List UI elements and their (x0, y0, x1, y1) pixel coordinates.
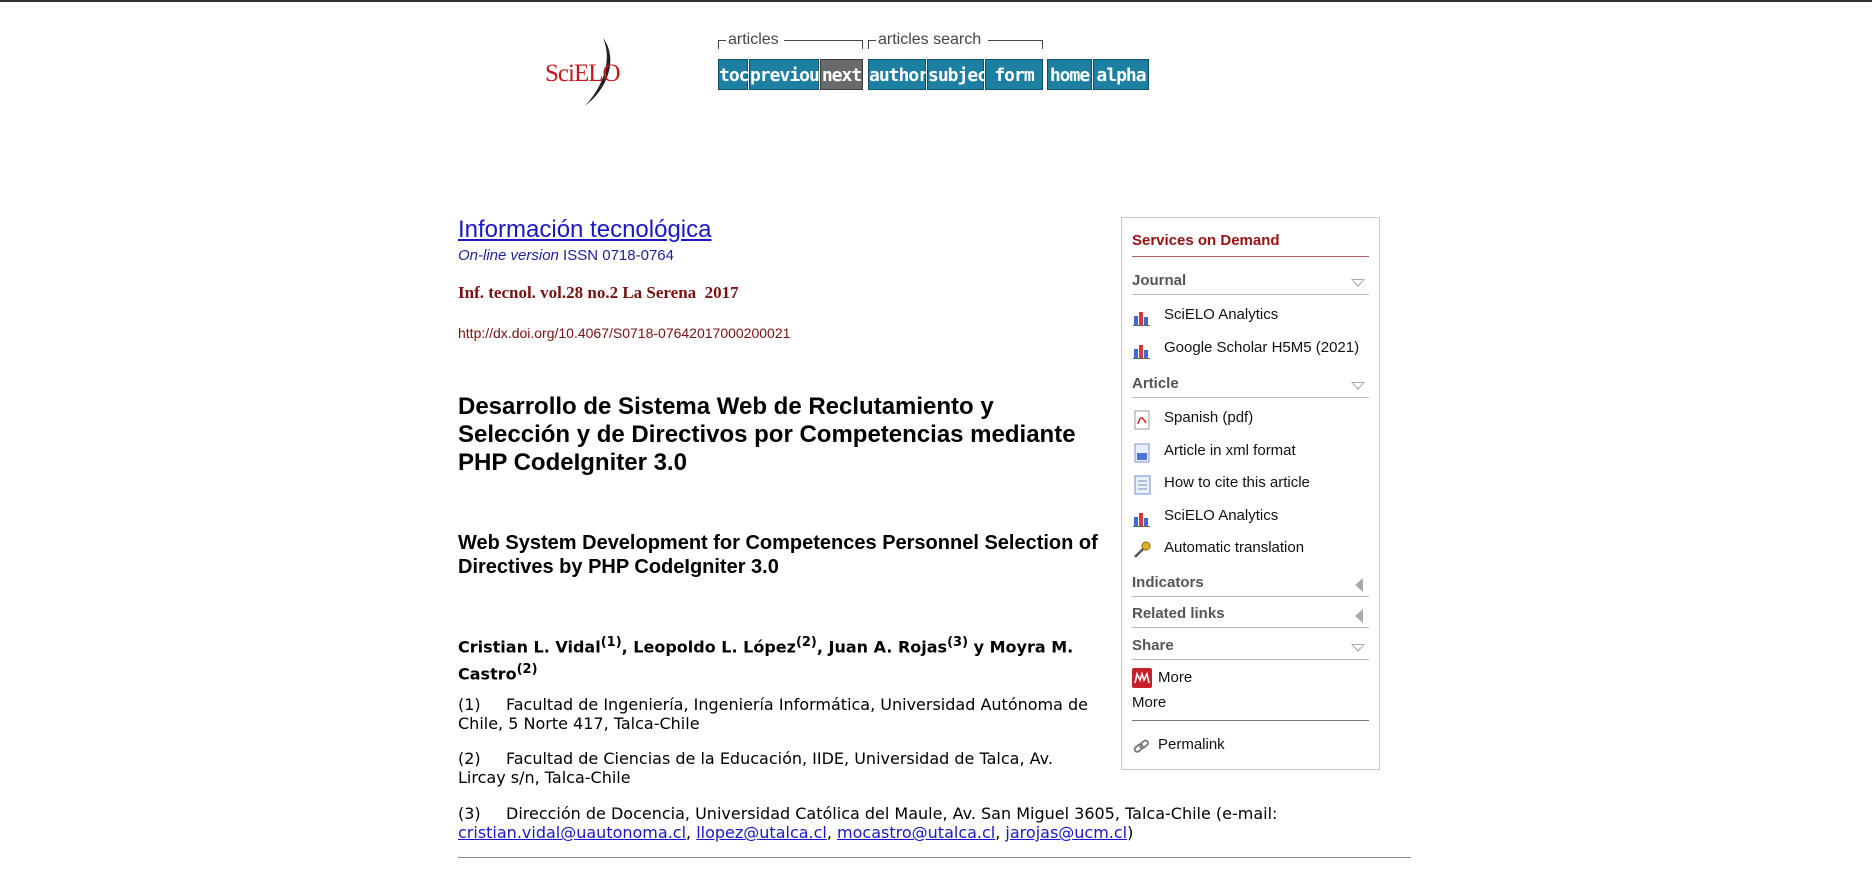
services-sidebar: Services on Demand Journal SciELO Analyt… (1121, 217, 1380, 770)
sidebar-item-label: Automatic translation (1164, 539, 1305, 556)
affiliation-3: (3) Dirección de Docencia, Universidad Ca… (458, 804, 1358, 842)
subject-search-button[interactable]: subject (927, 59, 998, 90)
email-close-paren: ) (1127, 823, 1134, 842)
online-version-label: On-line version (458, 247, 559, 264)
xml-document-icon (1134, 443, 1150, 463)
next-button[interactable]: next (820, 59, 863, 90)
email-link[interactable]: mocastro@utalca.cl (837, 823, 995, 842)
affiliation-number: (2) (458, 749, 481, 768)
sidebar-item-label: How to cite this article (1164, 474, 1310, 491)
sidebar-item-label: SciELO Analytics (1164, 507, 1279, 524)
share-more-link[interactable]: More (1132, 694, 1166, 711)
affiliation-text: Facultad de Ingeniería, Ingeniería Infor… (458, 695, 1089, 733)
article-title-spanish: Desarrollo de Sistema Web de Reclutamien… (458, 393, 1076, 476)
section-label: Article (1132, 375, 1179, 392)
author-separator: , (621, 637, 634, 657)
sidebar-item-label: Spanish (pdf) (1164, 409, 1254, 426)
issn-value: ISSN 0718-0764 (558, 247, 674, 264)
link-icon (1133, 739, 1149, 753)
form-search-button[interactable]: form (985, 59, 1043, 90)
content-divider (458, 857, 1411, 858)
email-separator: , (826, 823, 838, 842)
logo-text: SciELO (545, 60, 621, 87)
toc-button[interactable]: toc (718, 59, 750, 90)
previous-button[interactable]: previous (749, 59, 830, 90)
email-link[interactable]: cristian.vidal@uautonoma.cl (458, 823, 686, 842)
share-more-label: More (1158, 669, 1193, 686)
sidebar-item-label: Google Scholar H5M5 (2021) (1164, 339, 1360, 356)
affiliation-1: (1) Facultad de Ingeniería, Ingeniería In… (458, 695, 1098, 733)
author-list: Cristian L. Vidal(1), Leopoldo L. López(… (458, 631, 1098, 686)
affiliation-text: Dirección de Docencia, Universidad Catól… (506, 804, 1278, 823)
section-related-links-toggle[interactable]: Related links (1132, 605, 1369, 628)
section-article-toggle[interactable]: Article (1132, 375, 1369, 398)
affiliation-2: (2) Facultad de Ciencias de la Educación,… (458, 749, 1098, 787)
section-label: Related links (1132, 605, 1225, 622)
section-label: Journal (1132, 272, 1187, 289)
author-name: Leopoldo L. López (633, 637, 796, 657)
affiliation-text: Facultad de Ciencias de la Educación, II… (458, 749, 1053, 787)
alpha-button[interactable]: alpha (1093, 59, 1149, 90)
author-ref: (2) (795, 635, 817, 650)
author-ref: (1) (600, 635, 622, 650)
email-link[interactable]: jarojas@ucm.cl (1005, 823, 1127, 842)
section-indicators-toggle[interactable]: Indicators (1132, 574, 1369, 597)
share-icon (1132, 668, 1152, 688)
article-title-english: Web System Development for Competences P… (458, 532, 1098, 578)
top-border (0, 0, 1872, 2)
chevron-left-icon (1355, 609, 1363, 623)
key-icon (1134, 541, 1151, 558)
issn-line: On-line version ISSN 0718-0764 (458, 247, 674, 264)
sidebar-item-label: SciELO Analytics (1164, 306, 1279, 323)
chevron-down-icon (1351, 644, 1365, 652)
bar-chart-icon (1133, 312, 1150, 326)
section-share-toggle[interactable]: Share (1132, 637, 1369, 660)
author-ref: (3) (947, 635, 969, 650)
email-separator: , (686, 823, 697, 842)
doi-text[interactable]: http://dx.doi.org/10.4067/S0718-07642017… (458, 325, 790, 341)
bar-chart-icon (1133, 513, 1150, 527)
author-separator: , (816, 637, 829, 657)
bar-chart-icon (1133, 345, 1150, 359)
chevron-left-icon (1355, 578, 1363, 592)
sidebar-item-label: Permalink (1158, 736, 1225, 753)
section-label: Indicators (1132, 574, 1204, 591)
email-separator: , (995, 823, 1006, 842)
section-label: Share (1132, 637, 1174, 654)
journal-title-link[interactable]: Información tecnológica (458, 216, 711, 244)
section-journal-toggle[interactable]: Journal (1132, 272, 1369, 295)
sidebar-title-divider (1132, 256, 1369, 257)
sidebar-title: Services on Demand (1132, 232, 1280, 249)
affiliation-number: (3) (458, 804, 481, 823)
author-ref: (2) (516, 662, 538, 678)
home-button[interactable]: home (1047, 59, 1092, 90)
chevron-down-icon (1351, 382, 1365, 390)
affiliation-number: (1) (458, 695, 481, 714)
sidebar-divider (1132, 720, 1369, 721)
author-name: Cristian L. Vidal (458, 637, 601, 657)
email-link[interactable]: llopez@utalca.cl (696, 823, 827, 842)
author-separator: y (968, 637, 990, 657)
scielo-logo[interactable]: SciELO (545, 36, 625, 110)
document-icon (1134, 475, 1151, 495)
sidebar-item-label: Article in xml format (1164, 442, 1296, 459)
volume-info: Inf. tecnol. vol.28 no.2 La Serena 2017 (458, 283, 739, 302)
author-search-button[interactable]: author (868, 59, 929, 90)
pdf-icon (1134, 410, 1150, 430)
chevron-down-icon (1351, 279, 1365, 287)
author-name: Juan A. Rojas (828, 637, 948, 657)
